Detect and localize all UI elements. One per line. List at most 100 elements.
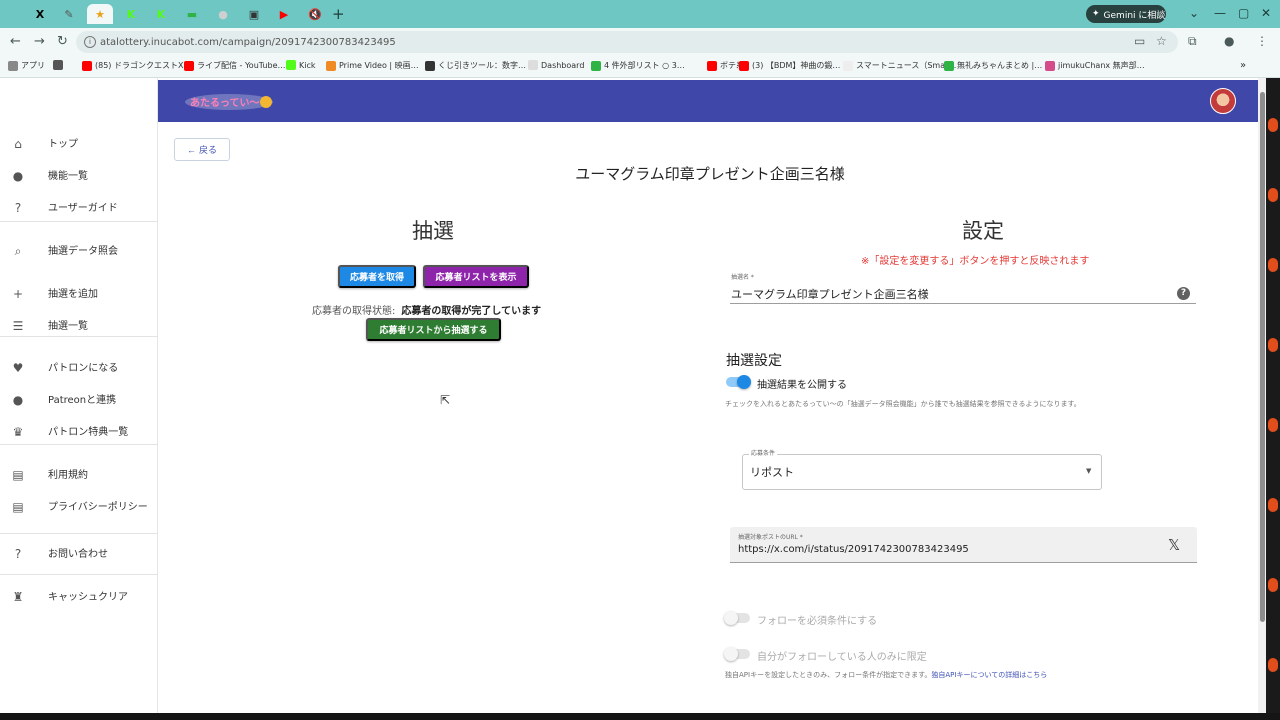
publish-hint: チェックを入れるとあたるってい〜の「抽選データ照会機能」から誰でも抽選結果を参照… [725,400,1081,408]
lottery-name-input[interactable]: ユーマグラム印章プレゼント企画三名様 [731,286,929,302]
follow-required-label: フォローを必須条件にする [757,616,878,627]
app-logo[interactable]: あたるってい〜 [184,93,274,111]
sidebar-item[interactable]: + 抽選を追加 [0,281,158,307]
fetch-applicants-button[interactable]: 応募者を取得 [338,265,416,288]
back-arrow-icon[interactable]: ← [10,34,21,49]
show-applicant-list-button[interactable]: 応募者リストを表示 [423,265,529,288]
sidebar: ⌂ トップ ● 機能一覧? ユーザーガイド ⌕ 抽選データ照会 + 抽選を追加 ☰ 抽選一覧 ♥ パトロ… [0,78,158,720]
tab-search-icon[interactable]: ⌄ [1189,6,1199,20]
sidebar-item[interactable]: ⌕ 抽選データ照会 [0,238,158,264]
browser-tab[interactable]: ▶ [271,4,297,24]
browser-tab[interactable]: X [27,4,53,24]
bookmark-item[interactable]: (85) ドラゴンクエストX… [82,60,191,71]
bookmark-favicon-icon [82,60,92,71]
api-key-details-link[interactable]: 独自APIキーについての詳細はこちら [931,671,1047,679]
close-window-icon[interactable]: ✕ [1261,6,1271,20]
toggle-knob [724,647,738,661]
publish-results-toggle[interactable] [726,375,751,389]
broom-icon: ♜ [12,590,24,604]
bookmark-label: ライブ配信 - YouTube… [197,61,286,70]
sidebar-item[interactable]: ▤ 利用規約 [0,462,158,488]
publish-results-label: 抽選結果を公開する [757,380,847,391]
sidebar-item[interactable]: ● Patreonと連携 [0,387,158,413]
bookmark-label: Dashboard [541,60,585,70]
browser-tab[interactable]: ▣ [241,4,267,24]
browser-tab[interactable]: K [148,4,174,24]
back-button[interactable]: ← 戻る [174,138,230,161]
bookmark-item[interactable]: ライブ配信 - YouTube… [184,60,286,71]
sidebar-item[interactable]: ⌂ トップ [0,131,158,157]
gemini-button[interactable]: ✦ Gemini に相談 [1086,5,1166,23]
x-logo-icon: 𝕏 [1168,536,1181,554]
entry-condition-label: 応募条件 [749,448,778,457]
sidebar-item[interactable]: ? お問い合わせ [0,541,158,567]
cast-icon[interactable]: ▭ [1134,34,1145,48]
new-tab-button[interactable]: + [332,5,345,23]
browser-tab[interactable]: ▬ [179,4,205,24]
browser-tab[interactable]: ● [210,4,236,24]
fetch-status-label: 応募者の取得状態: [312,306,396,317]
extensions-icon[interactable]: ⧉ [1188,34,1197,49]
bookmark-star-icon[interactable]: ☆ [1156,34,1167,48]
browser-tab[interactable]: 🔇 [302,4,328,24]
bookmark-item[interactable]: jimukuChanx 無声部… [1045,60,1145,71]
toggle-knob [737,375,751,389]
follow-required-toggle[interactable] [724,611,750,625]
bookmark-item[interactable]: Kick [286,60,316,70]
bookmark-item[interactable] [53,60,66,70]
sidebar-divider [0,221,158,222]
browser-tab[interactable]: ✎ [56,4,82,24]
follow-only-toggle[interactable] [724,647,750,661]
browser-tab[interactable]: ★ [87,4,113,24]
bookmark-item[interactable]: スマートニュース（Smar… [843,60,956,71]
reload-icon[interactable]: ↻ [57,34,68,49]
sidebar-item-label: 機能一覧 [48,170,88,182]
lottery-name-underline [730,303,1196,304]
maximize-icon[interactable]: ▢ [1238,6,1249,20]
bookmark-item[interactable]: 4 件外部リスト ○ 3… [591,60,685,71]
bookmark-item[interactable]: くじ引きツール：数字… [425,60,526,71]
sidebar-item[interactable]: ▤ プライバシーポリシー [0,494,158,520]
user-avatar[interactable] [1210,88,1236,114]
plus-icon: + [12,287,24,301]
dropdown-arrow-icon[interactable]: ▼ [1086,467,1091,475]
more-bookmarks-icon[interactable]: » [1240,60,1246,71]
url-text: atalottery.inucabot.com/campaign/2091742… [100,36,396,48]
document-icon: ▤ [12,468,24,482]
bookmark-item[interactable]: (3) 【BDM】神曲の鍛… [739,60,840,71]
bookmark-item[interactable]: Dashboard [528,60,584,70]
bookmark-item[interactable]: Prime Video | 映画… [326,60,419,71]
entry-condition-select[interactable] [742,454,1102,490]
sidebar-item[interactable]: ● 機能一覧 [0,163,158,189]
site-info-icon[interactable]: i [84,36,96,48]
sidebar-item-label: 利用規約 [48,469,88,481]
url-bar[interactable]: i atalottery.inucabot.com/campaign/20917… [76,31,1178,53]
help-icon[interactable]: ? [1177,287,1190,300]
sidebar-item-label: トップ [48,138,78,150]
sidebar-item-label: 抽選を追加 [48,288,98,300]
forward-arrow-icon[interactable]: → [34,34,45,49]
bookmark-label: jimukuChanx 無声部… [1058,61,1145,70]
draw-from-list-button[interactable]: 応募者リストから抽選する [366,318,501,341]
sidebar-item[interactable]: ♜ キャッシュクリア [0,584,158,610]
bookmark-label: アプリ [21,61,45,70]
bookmark-item[interactable]: 無礼みちゃんまとめ |… [944,60,1042,71]
bookmark-item[interactable]: アプリ [8,60,45,71]
bookmark-label: (3) 【BDM】神曲の鍛… [752,61,841,70]
sidebar-item-label: お問い合わせ [48,548,108,560]
page-title: ユーマグラム印章プレゼント企画三名様 [575,165,845,183]
api-key-hint-text: 独自APIキーを設定したときのみ、フォロー条件が指定できます。 [725,671,932,679]
minimize-icon[interactable]: — [1214,6,1226,20]
bookmarks-bar: アプリ (85) ドラゴンクエストX… ライブ配信 - YouTube… Kick Pr… [0,56,1280,78]
bookmark-favicon-icon [528,60,538,70]
menu-icon[interactable]: ⋮ [1256,34,1268,48]
sidebar-item[interactable]: ♥ パトロンになる [0,355,158,381]
lottery-name-label: 抽選名 * [731,274,754,281]
patreon-icon: ● [12,393,24,407]
trophy-icon: ♛ [12,425,24,439]
browser-tab[interactable]: K [118,4,144,24]
sidebar-item[interactable]: ? ユーザーガイド [0,195,158,221]
profile-icon[interactable]: ● [1224,34,1234,48]
sidebar-item[interactable]: ♛ パトロン特典一覧 [0,419,158,445]
page-scrollbar-thumb[interactable] [1260,92,1265,622]
